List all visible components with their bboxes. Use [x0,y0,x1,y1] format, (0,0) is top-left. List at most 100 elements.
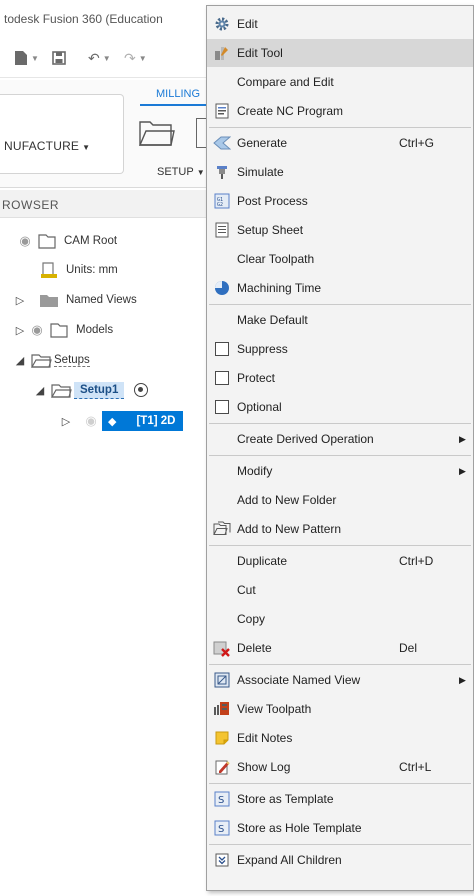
menu-shortcut: Ctrl+G [399,136,435,150]
menu-item-compare-and-edit[interactable]: Compare and Edit [207,68,473,96]
menu-item-delete[interactable]: Delete Del [207,634,473,662]
quick-access-toolbar: ▼ ↶ ▼ ↷ ▼ [0,38,210,78]
tree-label-models: Models [76,324,114,336]
setup-dropdown-label[interactable]: SETUP [157,166,194,178]
tree-row-operation[interactable]: ▷ ◉ ◆ [T1] 2D [60,409,184,433]
menu-item-show-log[interactable]: Show Log Ctrl+L [207,753,473,781]
menu-label: Edit Notes [237,731,293,745]
template-icon: S [207,785,237,813]
browser-title: ROWSER [2,198,59,212]
setups-folder-icon [30,354,52,368]
app-title: todesk Fusion 360 (Education [4,12,163,26]
menu-item-store-as-template[interactable]: S Store as Template [207,785,473,813]
units-icon [41,262,57,278]
menu-item-post-process[interactable]: G1 G2 Post Process [207,187,473,215]
save-icon[interactable] [52,50,66,66]
edit-tool-icon [207,39,237,67]
eye-hidden-icon[interactable]: ◉ [80,413,102,429]
redo-icon[interactable]: ↷ ▼ [124,50,147,66]
post-process-icon: G1 G2 [207,187,237,215]
suppress-checkbox[interactable] [215,342,229,356]
tree-row-setup1[interactable]: ◢ Setup1 [34,378,149,402]
menu-separator [209,304,471,305]
tree-row-units[interactable]: Units: mm [38,258,118,282]
tree-row-models[interactable]: ▷ ◉ Models [14,318,113,342]
menu-item-generate[interactable]: Generate Ctrl+G [207,129,473,157]
menu-label: Store as Hole Template [237,821,362,835]
tree-label-named-views: Named Views [66,294,137,306]
menu-item-cut[interactable]: Cut [207,576,473,604]
eye-icon[interactable]: ◉ [14,233,36,249]
menu-label: Store as Template [237,792,334,806]
nc-program-icon [207,97,237,125]
menu-item-suppress[interactable]: Suppress [207,335,473,363]
menu-item-view-toolpath[interactable]: View Toolpath [207,695,473,723]
menu-item-make-default[interactable]: Make Default [207,306,473,334]
menu-item-copy[interactable]: Copy [207,605,473,633]
menu-shortcut: Ctrl+D [399,554,434,568]
menu-item-add-to-new-folder[interactable]: Add to New Folder [207,486,473,514]
tree-row-named-views[interactable]: ▷ Named Views [14,288,137,312]
menu-item-protect[interactable]: Protect [207,364,473,392]
menu-item-edit-notes[interactable]: Edit Notes [207,724,473,752]
collapse-arrow-icon[interactable]: ◢ [34,384,46,397]
menu-label: Machining Time [237,281,322,295]
submenu-arrow-icon: ▶ [459,465,466,476]
tree-row-cam-root[interactable]: ◉ CAM Root [14,229,117,253]
menu-item-setup-sheet[interactable]: Setup Sheet [207,216,473,244]
pattern-icon [207,515,237,543]
menu-item-modify[interactable]: Modify ▶ [207,457,473,485]
tree-label-units: Units: mm [66,264,118,276]
tree-label-setups: Setups [54,353,90,367]
setup-folder-icon[interactable] [138,116,176,148]
menu-item-machining-time[interactable]: Machining Time [207,274,473,302]
menu-label: Add to New Pattern [237,522,342,536]
tab-milling[interactable]: MILLING [156,88,200,100]
menu-label: Delete [237,641,272,655]
expand-arrow-icon[interactable]: ▷ [14,294,26,307]
menu-item-associate-named-view[interactable]: Associate Named View ▶ [207,666,473,694]
ribbon: NUFACTURE ▼ MILLING SETUP ▼ [0,80,210,188]
component-icon [38,234,56,249]
menu-item-optional[interactable]: Optional [207,393,473,421]
menu-item-simulate[interactable]: Simulate [207,158,473,186]
undo-icon[interactable]: ↶ ▼ [88,50,111,66]
title-bar: todesk Fusion 360 (Education [0,0,210,38]
menu-item-edit-tool[interactable]: Edit Tool [207,39,473,67]
menu-item-create-nc-program[interactable]: Create NC Program [207,97,473,125]
simulate-icon [207,158,237,186]
menu-item-store-as-hole-template[interactable]: S Store as Hole Template [207,814,473,842]
menu-label: Suppress [237,342,288,356]
menu-shortcut: Ctrl+L [399,760,432,774]
file-menu-icon[interactable]: ▼ [14,50,39,66]
menu-label: Compare and Edit [237,75,334,89]
menu-item-clear-toolpath[interactable]: Clear Toolpath [207,245,473,273]
gear-icon [207,10,237,38]
expand-arrow-icon[interactable]: ▷ [60,415,72,428]
menu-label: Clear Toolpath [237,252,315,266]
optional-checkbox[interactable] [215,400,229,414]
menu-label: Make Default [237,313,308,327]
setup-icon [50,384,72,398]
collapse-arrow-icon[interactable]: ◢ [14,354,26,367]
tree-label-setup1: Setup1 [74,381,125,399]
eye-icon[interactable]: ◉ [26,322,48,338]
menu-item-create-derived-operation[interactable]: Create Derived Operation ▶ [207,425,473,453]
tree-row-setups[interactable]: ◢ Setups [14,348,90,372]
menu-label: Optional [237,400,282,414]
delete-icon [207,634,237,662]
menu-separator [209,423,471,424]
menu-label: Expand All Children [237,853,342,867]
expand-arrow-icon[interactable]: ▷ [14,324,26,337]
protect-checkbox[interactable] [215,371,229,385]
menu-label: Modify [237,464,273,478]
selected-operation[interactable]: ◆ [T1] 2D [102,411,184,431]
menu-item-edit[interactable]: Edit [207,10,473,38]
menu-label: Copy [237,612,266,626]
menu-item-add-to-new-pattern[interactable]: Add to New Pattern [207,515,473,543]
svg-text:S: S [218,795,224,806]
workspace-switcher[interactable]: NUFACTURE ▼ [0,94,124,174]
menu-item-duplicate[interactable]: Duplicate Ctrl+D [207,547,473,575]
menu-item-expand-all-children[interactable]: Expand All Children [207,846,473,874]
activate-radio-icon[interactable] [134,383,149,397]
